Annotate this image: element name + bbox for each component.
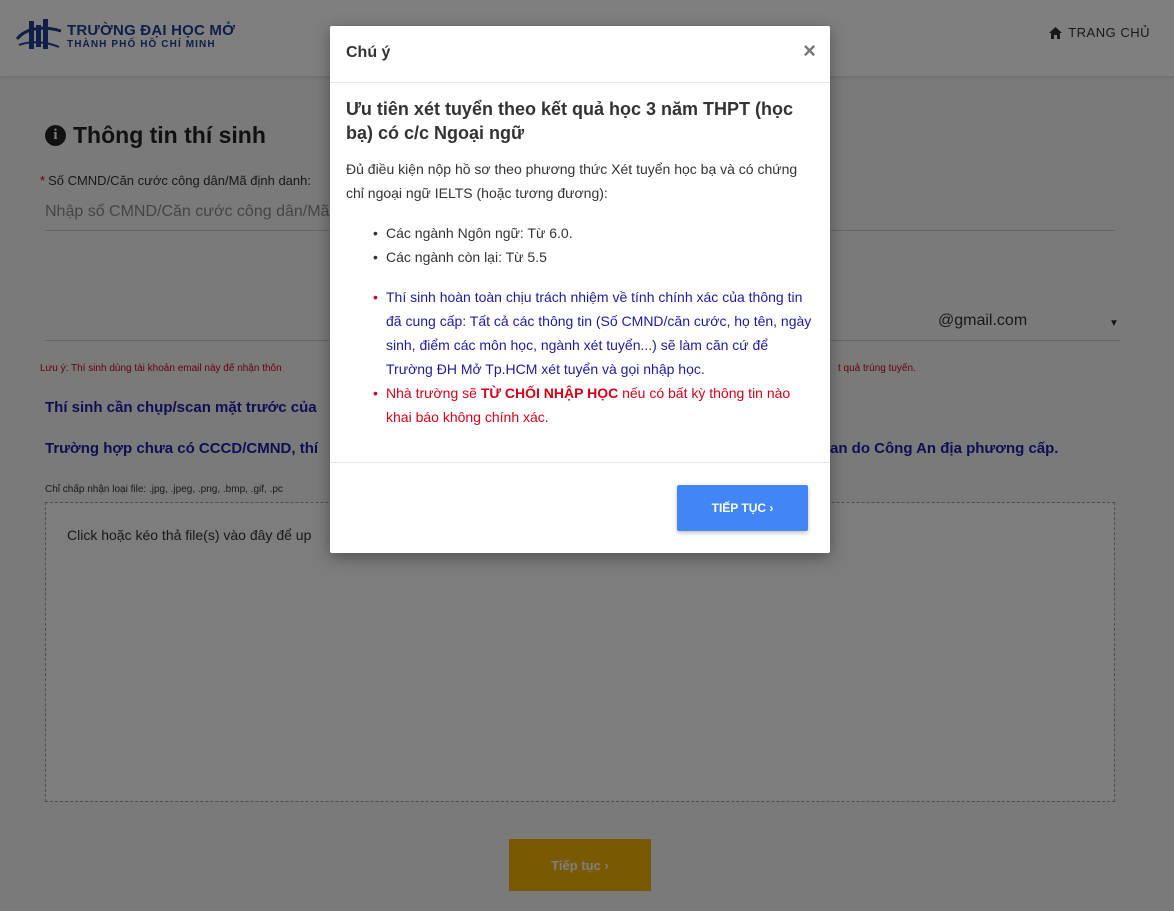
list-item: Các ngành Ngôn ngữ: Từ 6.0. [373, 221, 816, 245]
close-icon[interactable]: × [803, 40, 816, 62]
warning-reject-bold: TỪ CHỐI NHẬP HỌC [480, 385, 619, 401]
modal-title: Chú ý [346, 44, 391, 61]
modal-heading: Ưu tiên xét tuyển theo kết quả học 3 năm… [346, 99, 793, 143]
warning-accuracy: Thí sinh hoàn toàn chịu trách nhiệm về t… [373, 285, 818, 381]
modal-continue-button[interactable]: TIẾP TỤC › [677, 485, 808, 531]
modal-intro: Đủ điều kiện nộp hồ sơ theo phương thức … [346, 161, 798, 201]
warning-reject: Nhà trường sẽ TỪ CHỐI NHẬP HỌC nếu có bấ… [373, 381, 818, 429]
warnings-list: Thí sinh hoàn toàn chịu trách nhiệm về t… [373, 285, 818, 429]
modal-divider [330, 462, 830, 463]
list-item: Các ngành còn lại: Từ 5.5 [373, 245, 816, 269]
modal-header: Chú ý × [330, 26, 830, 83]
requirements-list: Các ngành Ngôn ngữ: Từ 6.0. Các ngành cò… [373, 221, 816, 269]
warning-reject-prefix: Nhà trường sẽ [386, 385, 481, 401]
notice-modal: Chú ý × Ưu tiên xét tuyển theo kết quả h… [330, 26, 830, 553]
